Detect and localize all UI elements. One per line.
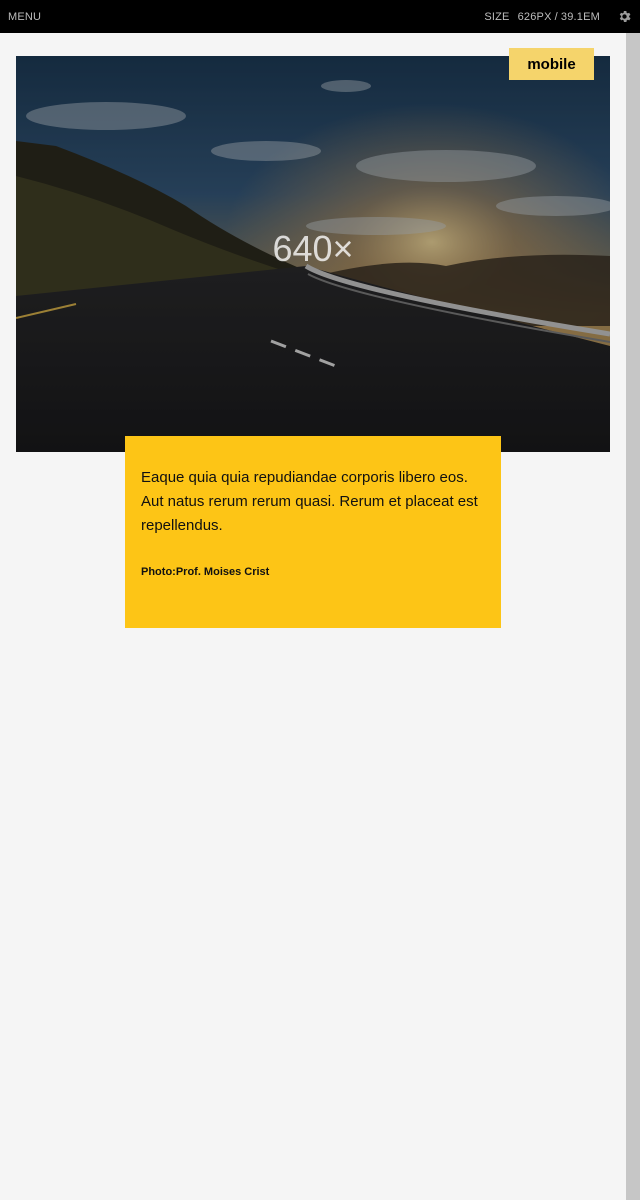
image-size-placeholder: 640× <box>272 228 354 269</box>
vertical-scrollbar[interactable] <box>626 33 640 1200</box>
menu-button[interactable]: MENU <box>8 11 41 23</box>
size-label: SIZE <box>484 11 510 23</box>
top-toolbar: MENU SIZE 626PX / 39.1EM <box>0 0 640 33</box>
hero-image: 640× <box>16 56 610 452</box>
caption-card: Eaque quia quia repudiandae corporis lib… <box>125 436 501 628</box>
viewport-size-readout: SIZE 626PX / 39.1EM <box>484 11 600 23</box>
photo-credit: Photo:Prof. Moises Crist <box>141 566 270 578</box>
breakpoint-badge: mobile <box>509 48 594 80</box>
size-separator: / <box>554 11 558 23</box>
caption-text: Eaque quia quia repudiandae corporis lib… <box>141 469 478 534</box>
size-px-value[interactable]: 626PX <box>518 11 552 23</box>
size-em-value[interactable]: 39.1EM <box>561 11 600 23</box>
gear-icon[interactable] <box>617 9 632 24</box>
